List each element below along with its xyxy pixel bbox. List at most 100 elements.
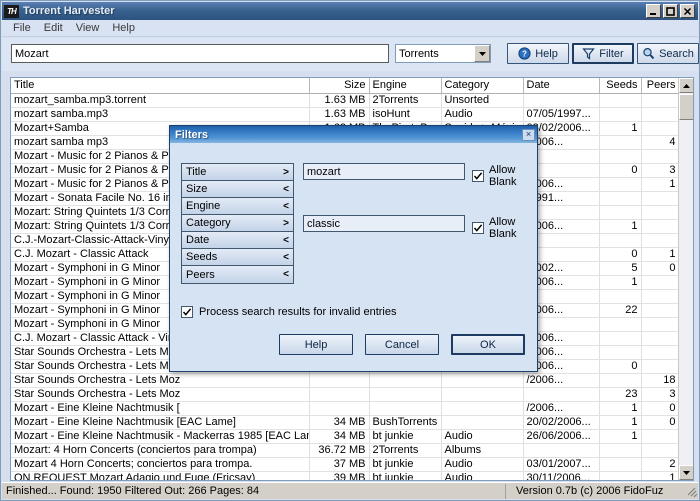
filters-dialog-body: Title > Size < Engine < Category > Date < Seeds < Pe…	[170, 143, 537, 373]
cell-size: 1.63 MB	[309, 107, 370, 122]
cell-date: 03/01/2007...	[523, 457, 600, 472]
table-row[interactable]: ON REQUEST Mozart Adagio und Fuge (Frics…	[11, 471, 680, 480]
cell-peers	[641, 107, 680, 122]
filter-row-label: Peers	[186, 268, 215, 281]
filter-row-size[interactable]: Size <	[182, 181, 293, 198]
chevron-down-icon[interactable]	[474, 45, 490, 62]
cell-size	[309, 387, 370, 402]
version-text: Version 0.7b (c) 2006 FidoFuz	[516, 485, 664, 497]
dialog-cancel-button[interactable]: Cancel	[365, 334, 439, 355]
column-header-size[interactable]: Size	[309, 78, 370, 94]
checkbox-checked-icon[interactable]	[472, 170, 484, 182]
chevron-right-icon[interactable]: >	[279, 218, 293, 229]
help-button[interactable]: ? Help	[507, 43, 569, 64]
filter-row-title[interactable]: Title >	[182, 164, 293, 181]
allow-blank-category-checkbox[interactable]: Allow Blank	[472, 216, 537, 240]
cell-seeds: 1	[599, 429, 642, 444]
filter-title-input[interactable]	[303, 163, 465, 180]
cell-category	[441, 415, 524, 430]
table-row[interactable]: Mozart: 4 Horn Concerts (conciertos para…	[11, 443, 680, 458]
table-header-row: Title Size Engine Category Date Seeds Pe…	[11, 78, 680, 94]
table-row[interactable]: mozart_samba.mp3.torrent 1.63 MB 2Torrents…	[11, 93, 680, 108]
cell-peers: 0	[641, 401, 680, 416]
close-icon[interactable]	[680, 4, 695, 18]
cell-seeds: 0	[599, 359, 642, 374]
cell-peers: 2	[641, 457, 680, 472]
filter-row-seeds[interactable]: Seeds <	[182, 249, 293, 266]
scrollbar-thumb[interactable]	[679, 94, 693, 120]
chevron-left-icon[interactable]: <	[279, 184, 293, 195]
cell-peers	[641, 359, 680, 374]
filter-row-category[interactable]: Category >	[182, 215, 293, 232]
chevron-left-icon[interactable]: <	[279, 269, 293, 280]
cell-date: 30/11/2006...	[523, 471, 600, 480]
cell-seeds	[599, 289, 642, 304]
search-input[interactable]	[11, 44, 389, 63]
column-header-date[interactable]: Date	[523, 78, 600, 94]
cell-category: Unsorted	[441, 93, 524, 108]
dialog-help-button[interactable]: Help	[279, 334, 353, 355]
chevron-right-icon[interactable]: >	[279, 167, 293, 178]
cell-engine	[369, 373, 442, 388]
filter-row-date[interactable]: Date <	[182, 232, 293, 249]
resize-grip-icon[interactable]	[684, 484, 698, 498]
cell-title: Mozart - Eine Kleine Nachtmusik - Macker…	[11, 429, 310, 444]
engine-select[interactable]: Torrents	[395, 44, 491, 63]
chevron-left-icon[interactable]: <	[279, 235, 293, 246]
menu-item-help[interactable]: Help	[107, 21, 143, 35]
process-invalid-entries-checkbox[interactable]: Process search results for invalid entri…	[181, 306, 396, 318]
search-button[interactable]: Search	[637, 43, 699, 64]
column-header-peers[interactable]: Peers	[641, 78, 680, 94]
scroll-down-icon[interactable]	[679, 465, 693, 480]
cell-category	[441, 387, 524, 402]
table-row[interactable]: Mozart - Eine Kleine Nachtmusik - Macker…	[11, 429, 680, 444]
table-row[interactable]: Star Sounds Orchestra - Lets Moz/2006...…	[11, 373, 680, 388]
cell-engine: 2Torrents	[369, 443, 442, 458]
cell-peers	[641, 275, 680, 290]
chevron-left-icon[interactable]: <	[279, 252, 293, 263]
cell-date: /2006...	[523, 401, 600, 416]
cell-category: Audio	[441, 457, 524, 472]
cell-peers: 1	[641, 247, 680, 262]
table-row[interactable]: Star Sounds Orchestra - Lets Moz 23 3	[11, 387, 680, 402]
filter-row-peers[interactable]: Peers <	[182, 266, 293, 283]
cell-peers: 0	[641, 415, 680, 430]
cell-seeds	[599, 373, 642, 388]
scroll-up-icon[interactable]	[679, 78, 693, 93]
cell-title: Star Sounds Orchestra - Lets Moz	[11, 387, 310, 402]
filter-row-engine[interactable]: Engine <	[182, 198, 293, 215]
filter-category-input[interactable]	[303, 215, 465, 232]
allow-blank-title-checkbox[interactable]: Allow Blank	[472, 164, 537, 188]
cell-date	[523, 93, 600, 108]
dialog-close-icon[interactable]: ×	[522, 128, 535, 141]
cell-category: Albums	[441, 443, 524, 458]
chevron-left-icon[interactable]: <	[279, 201, 293, 212]
cell-peers: 18	[641, 373, 680, 388]
cell-seeds	[599, 331, 642, 346]
column-header-engine[interactable]: Engine	[369, 78, 442, 94]
allow-blank-category-label: Allow Blank	[489, 216, 517, 240]
minimize-icon[interactable]	[646, 4, 661, 18]
dialog-ok-button[interactable]: OK	[451, 334, 525, 355]
column-header-seeds[interactable]: Seeds	[599, 78, 642, 94]
scrollbar-track[interactable]	[679, 93, 693, 465]
table-row[interactable]: mozart samba.mp3 1.63 MB isoHunt Audio 07/05…	[11, 107, 680, 122]
menu-item-edit[interactable]: Edit	[39, 21, 71, 35]
cell-seeds	[599, 177, 642, 192]
table-row[interactable]: Mozart - Eine Kleine Nachtmusik [EAC Lam…	[11, 415, 680, 430]
maximize-icon[interactable]	[663, 4, 678, 18]
cell-peers: 1	[641, 177, 680, 192]
filters-dialog-title: Filters	[175, 128, 209, 141]
menu-item-file[interactable]: File	[8, 21, 39, 35]
table-row[interactable]: Mozart - Eine Kleine Nachtmusik [/2006..…	[11, 401, 680, 416]
checkbox-checked-icon[interactable]	[472, 222, 484, 234]
checkbox-checked-icon[interactable]	[181, 306, 193, 318]
column-header-title[interactable]: Title	[11, 78, 310, 94]
vertical-scrollbar[interactable]	[678, 78, 693, 480]
cell-seeds	[599, 149, 642, 164]
column-header-category[interactable]: Category	[441, 78, 524, 94]
cell-engine: BushTorrents	[369, 415, 442, 430]
table-row[interactable]: Mozart 4 Horn Concerts; conciertos para …	[11, 457, 680, 472]
filter-button[interactable]: Filter	[572, 43, 634, 64]
menu-item-view[interactable]: View	[71, 21, 108, 35]
